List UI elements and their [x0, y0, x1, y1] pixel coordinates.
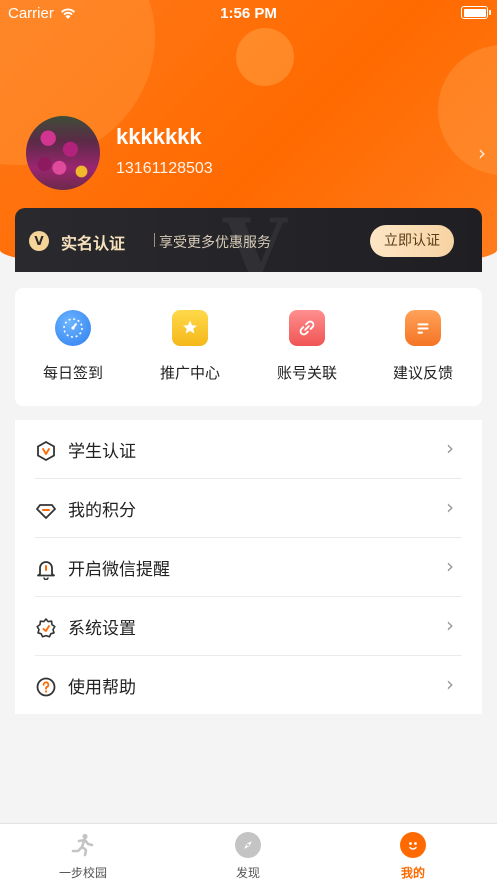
checkin-icon — [55, 310, 91, 346]
chevron-right-icon: › — [446, 554, 454, 578]
username: kkkkkkk — [116, 124, 202, 149]
tab-label: 我的 — [400, 866, 425, 880]
menu-item-student-verification[interactable]: 学生认证 › — [35, 420, 462, 479]
quick-action-promotion[interactable]: 推广中心 — [140, 310, 240, 383]
clock: 1:56 PM — [220, 4, 277, 22]
promotion-star-icon — [172, 310, 208, 346]
menu-item-label: 我的积分 — [68, 501, 136, 521]
profile-section[interactable]: kkkkkkk 13161128503 › — [26, 116, 486, 190]
menu-item-label: 系统设置 — [68, 619, 136, 639]
quick-action-checkin[interactable]: 每日签到 — [23, 310, 123, 383]
tab-label: 发现 — [235, 866, 260, 880]
status-bar: Carrier 1:56 PM — [0, 0, 497, 26]
cert-title: 实名认证 — [61, 234, 126, 253]
quick-action-label: 账号关联 — [276, 364, 337, 382]
compass-icon — [235, 832, 261, 858]
chevron-right-icon[interactable]: › — [478, 141, 486, 165]
battery-icon — [461, 6, 491, 19]
verify-now-button[interactable]: 立即认证 — [370, 225, 454, 257]
menu-item-system-settings[interactable]: 系统设置 › — [35, 597, 462, 656]
vip-badge-icon: V — [29, 231, 49, 251]
menu-item-wechat-reminder[interactable]: 开启微信提醒 › — [35, 538, 462, 597]
tab-campus[interactable]: 一步校园 — [33, 832, 133, 881]
avatar[interactable] — [26, 116, 100, 190]
chevron-right-icon: › — [446, 436, 454, 460]
quick-action-label: 建议反馈 — [392, 364, 453, 382]
link-icon — [289, 310, 325, 346]
bottom-tab-bar: 一步校园 发现 我的 — [0, 823, 497, 883]
chevron-right-icon: › — [446, 672, 454, 696]
quick-action-account-link[interactable]: 账号关联 — [257, 310, 357, 383]
help-icon — [36, 677, 56, 697]
diamond-icon — [36, 504, 56, 519]
tab-mine[interactable]: 我的 — [363, 832, 463, 881]
menu-item-label: 使用帮助 — [68, 678, 136, 698]
decor-circle — [236, 28, 294, 86]
quick-action-feedback[interactable]: 建议反馈 — [373, 310, 473, 383]
divider — [154, 233, 155, 247]
real-name-verification-banner[interactable]: V V 实名认证 享受更多优惠服务 立即认证 — [15, 208, 482, 272]
tab-label: 一步校园 — [58, 866, 107, 880]
bell-icon — [37, 561, 55, 580]
cert-description: 享受更多优惠服务 — [159, 235, 271, 251]
tab-discover[interactable]: 发现 — [198, 832, 298, 881]
quick-actions-card: 每日签到 推广中心 账号关联 建议反馈 — [15, 288, 482, 406]
menu-item-label: 学生认证 — [68, 442, 136, 462]
settings-menu: 学生认证 › 我的积分 › 开启微信提醒 › 系统设置 › 使用帮助 › — [15, 420, 482, 714]
quick-action-label: 每日签到 — [42, 364, 103, 382]
menu-item-help[interactable]: 使用帮助 › — [35, 656, 462, 715]
feedback-icon — [405, 310, 441, 346]
chevron-right-icon: › — [446, 613, 454, 637]
shield-v-icon — [37, 440, 55, 462]
menu-item-my-points[interactable]: 我的积分 › — [35, 479, 462, 538]
quick-action-label: 推广中心 — [159, 364, 220, 382]
face-icon — [400, 832, 426, 858]
gear-icon — [36, 618, 56, 638]
chevron-right-icon: › — [446, 495, 454, 519]
menu-item-label: 开启微信提醒 — [68, 560, 170, 580]
runner-icon — [70, 832, 96, 858]
phone-number: 13161128503 — [116, 160, 213, 177]
